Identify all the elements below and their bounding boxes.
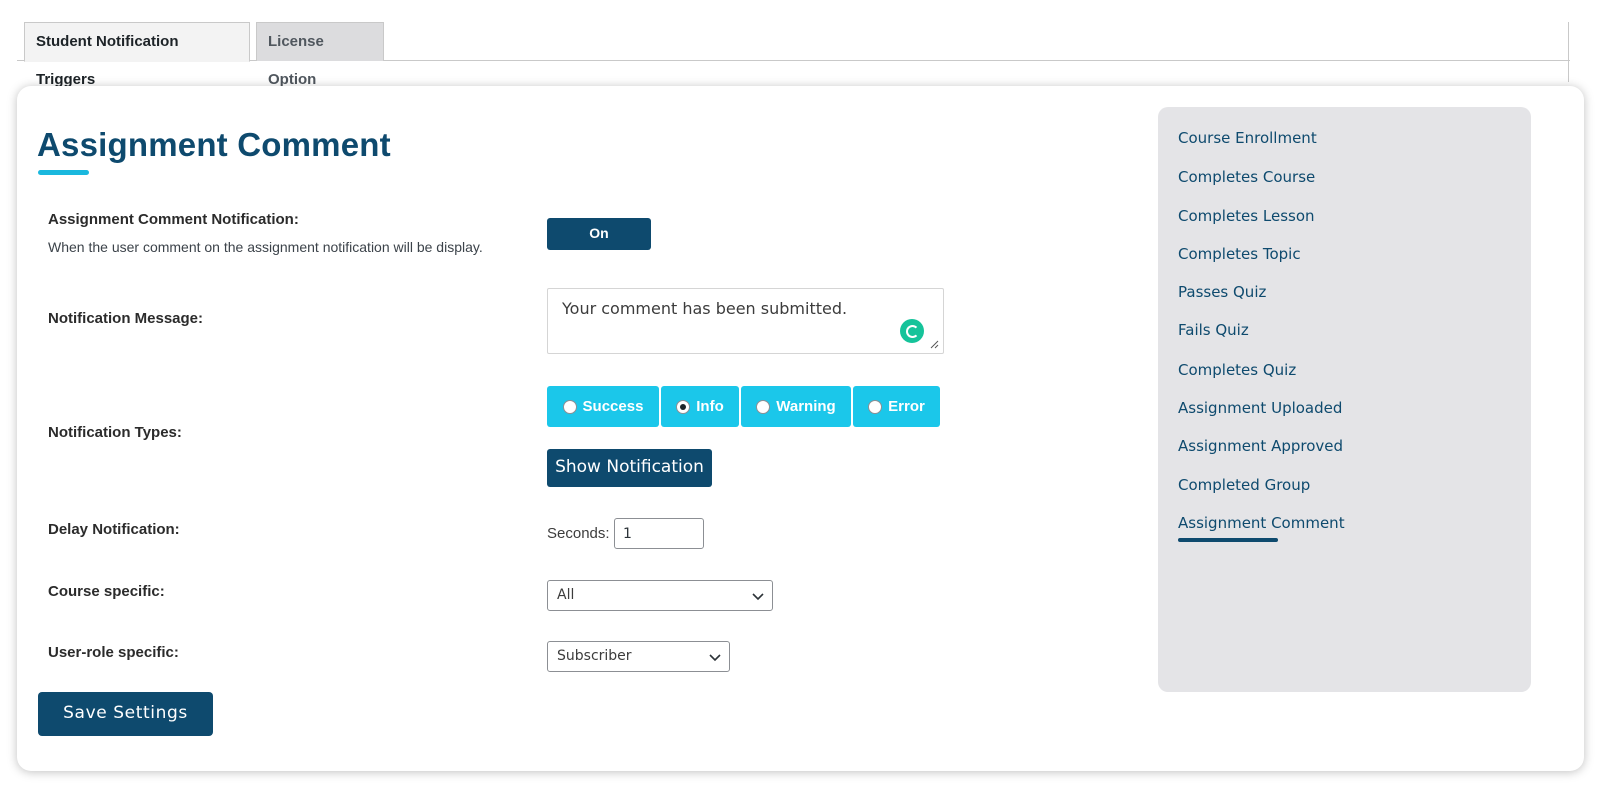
resize-handle-icon[interactable] — [930, 340, 939, 349]
type-success-button[interactable]: Success — [547, 386, 659, 427]
notification-toggle-button[interactable]: On — [547, 218, 651, 250]
radio-error[interactable] — [868, 399, 883, 414]
save-settings-button[interactable]: Save Settings — [38, 692, 213, 736]
type-warning-button[interactable]: Warning — [741, 386, 851, 427]
sidebar-item-completes-lesson[interactable]: Completes Lesson — [1178, 207, 1315, 225]
active-item-underline — [1178, 538, 1278, 542]
chevron-down-icon — [752, 593, 764, 601]
radio-warning[interactable] — [756, 399, 771, 414]
delay-seconds-input[interactable] — [614, 518, 704, 549]
notification-message-textarea[interactable]: Your comment has been submitted. — [547, 288, 944, 354]
type-warning-label: Warning — [776, 398, 836, 415]
sidebar-item-assignment-uploaded[interactable]: Assignment Uploaded — [1178, 399, 1342, 417]
sidebar-item-completes-quiz[interactable]: Completes Quiz — [1178, 361, 1296, 379]
type-info-label: Info — [696, 398, 724, 415]
course-select[interactable]: All — [547, 580, 773, 611]
course-select-value: All — [557, 587, 575, 603]
type-success-label: Success — [582, 398, 644, 415]
divider — [1568, 22, 1569, 82]
notification-type-group: Success Info Warning Error — [547, 386, 940, 428]
type-error-label: Error — [888, 398, 925, 415]
sidebar-item-fails-quiz[interactable]: Fails Quiz — [1178, 321, 1249, 339]
settings-card: Assignment Comment Assignment Comment No… — [17, 86, 1584, 771]
role-label: User-role specific: — [48, 644, 179, 661]
course-label: Course specific: — [48, 583, 165, 600]
sidebar-item-assignment-approved[interactable]: Assignment Approved — [1178, 437, 1343, 455]
sidebar-item-passes-quiz[interactable]: Passes Quiz — [1178, 283, 1266, 301]
tab-bar: Student Notification Triggers License Op… — [17, 22, 1570, 88]
title-underline — [38, 170, 89, 175]
message-label: Notification Message: — [48, 310, 204, 327]
tab-student-notification-triggers[interactable]: Student Notification Triggers — [24, 22, 250, 88]
grammarly-icon[interactable] — [900, 319, 924, 343]
delay-label: Delay Notification: — [48, 521, 180, 538]
sidebar-item-completed-group[interactable]: Completed Group — [1178, 476, 1310, 494]
page-title: Assignment Comment — [37, 126, 391, 163]
seconds-label: Seconds: — [547, 525, 610, 542]
type-error-button[interactable]: Error — [853, 386, 940, 427]
trigger-sidebar: Course Enrollment Completes Course Compl… — [1158, 107, 1531, 692]
sidebar-item-completes-course[interactable]: Completes Course — [1178, 168, 1315, 186]
notification-label: Assignment Comment Notification: — [48, 211, 299, 228]
sidebar-item-assignment-comment[interactable]: Assignment Comment — [1178, 514, 1345, 532]
radio-info[interactable] — [676, 399, 691, 414]
role-select-value: Subscriber — [557, 648, 632, 664]
tab-license-option[interactable]: License Option — [256, 22, 384, 88]
radio-success[interactable] — [562, 399, 577, 414]
sidebar-item-completes-topic[interactable]: Completes Topic — [1178, 245, 1301, 263]
sidebar-item-course-enrollment[interactable]: Course Enrollment — [1178, 129, 1317, 147]
types-label: Notification Types: — [48, 424, 182, 441]
chevron-down-icon — [709, 654, 721, 662]
type-info-button[interactable]: Info — [661, 386, 739, 427]
notification-description: When the user comment on the assignment … — [48, 239, 483, 255]
role-select[interactable]: Subscriber — [547, 641, 730, 672]
show-notification-button[interactable]: Show Notification — [547, 449, 712, 487]
